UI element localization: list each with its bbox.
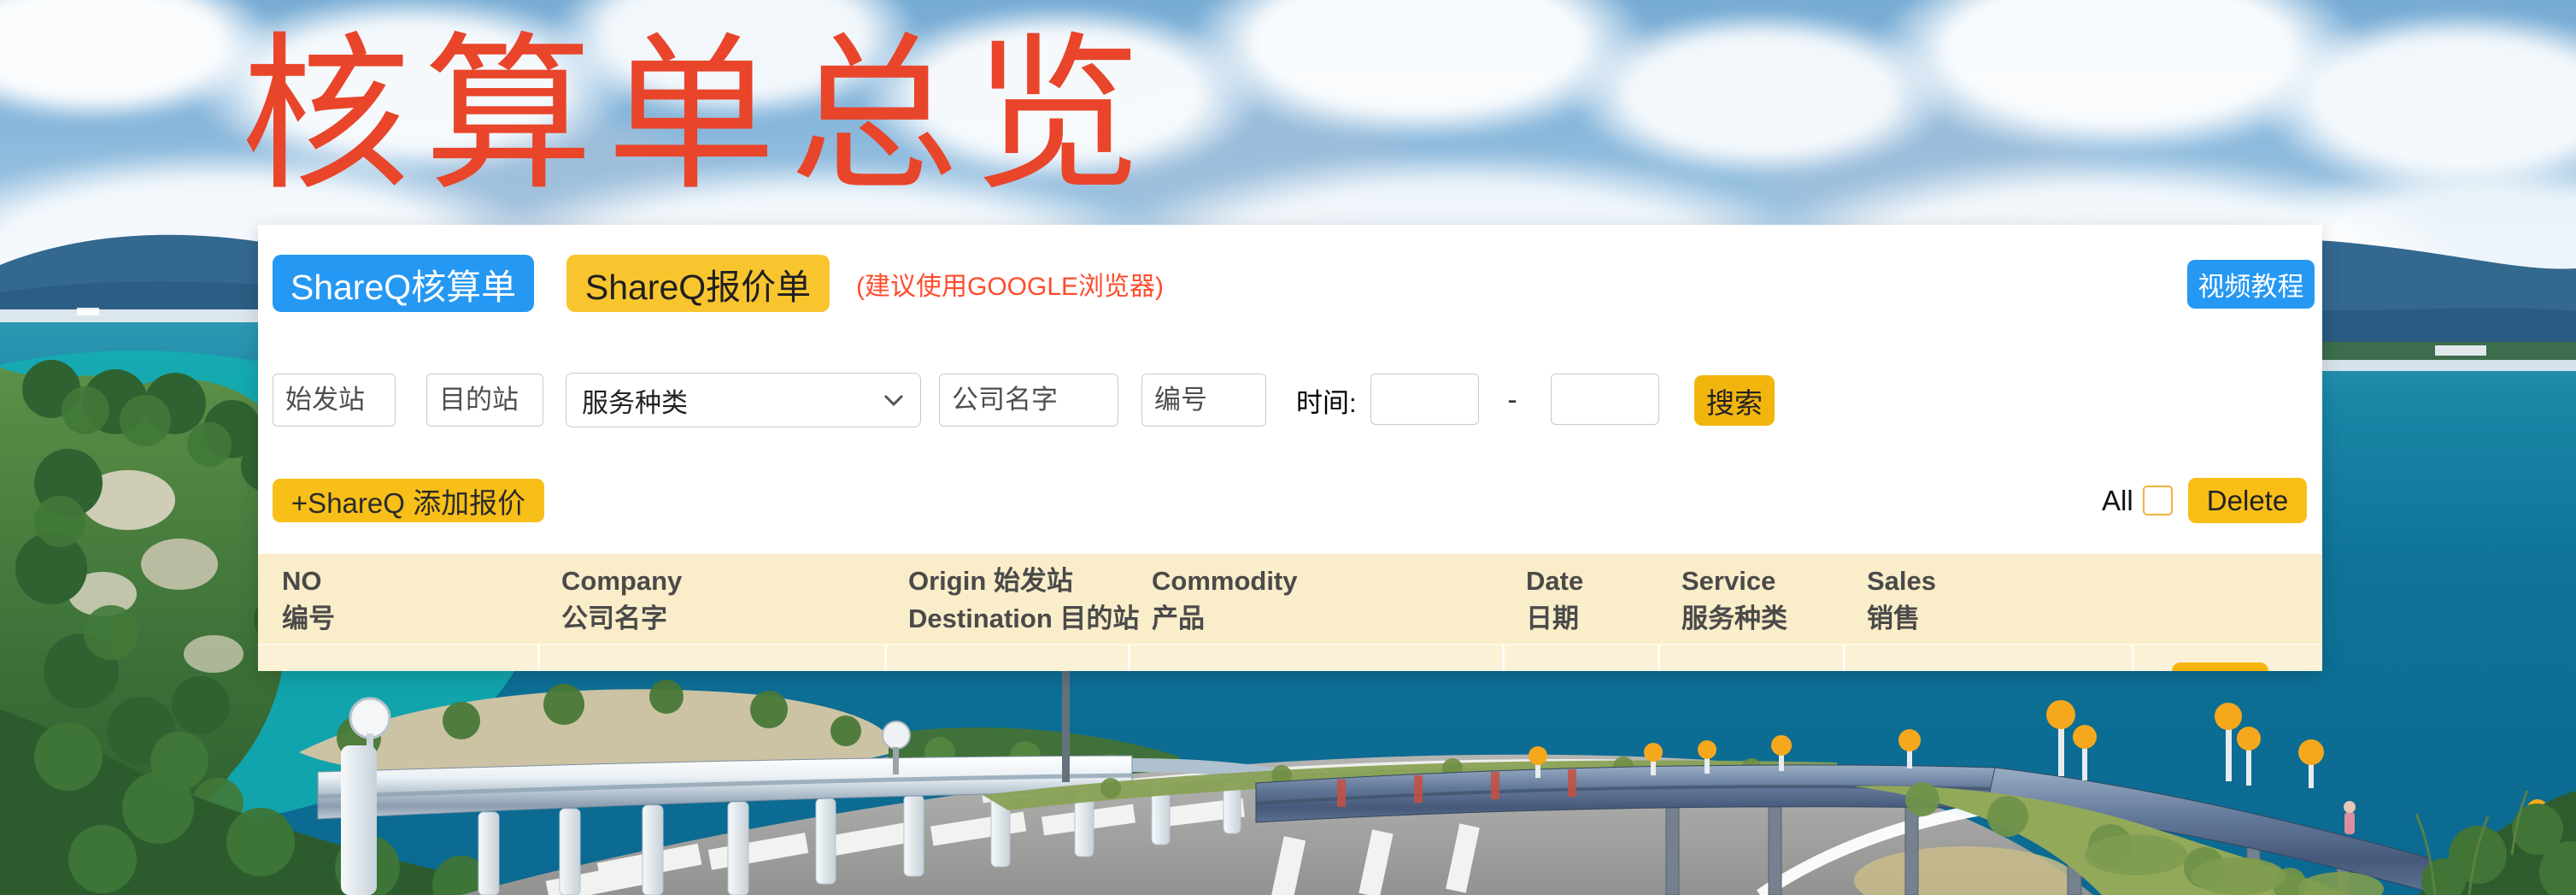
company-input[interactable] — [939, 374, 1118, 427]
browser-recommendation-note: (建议使用GOOGLE浏览器) — [856, 255, 1164, 312]
app-screen: 核算单总览 ShareQ核算单 ShareQ报价单 (建议使用GOOGLE浏览器… — [0, 0, 2576, 895]
column-header-no: NO编号 — [258, 554, 537, 644]
date-range-separator: - — [1495, 374, 1529, 427]
date-to-input[interactable] — [1551, 374, 1659, 425]
destination-input[interactable] — [426, 374, 543, 427]
video-tutorial-button[interactable]: 视频教程 — [2187, 260, 2315, 309]
add-quote-button-label: +ShareQ 添加报价 — [291, 480, 525, 521]
search-button[interactable]: 搜索 — [1694, 375, 1775, 426]
tab-quotation-sheet[interactable]: ShareQ报价单 — [566, 255, 830, 312]
add-quote-button[interactable]: +ShareQ 添加报价 — [273, 479, 544, 522]
column-header-actions — [2132, 554, 2322, 644]
video-tutorial-label: 视频教程 — [2198, 265, 2304, 303]
column-header-commodity: Commodity产品 — [1128, 554, 1502, 644]
column-header-sales: Sales销售 — [1843, 554, 2132, 644]
chevron-down-icon — [883, 393, 905, 407]
tab-accounting-sheet-label: ShareQ核算单 — [290, 258, 516, 309]
select-all-label: All — [2102, 479, 2133, 522]
tab-accounting-sheet[interactable]: ShareQ核算单 — [273, 255, 534, 312]
column-header-company: Company公司名字 — [537, 554, 884, 644]
column-header-service: Service服务种类 — [1658, 554, 1843, 644]
column-header-origin-destination: Origin 始发站Destination 目的站 — [884, 554, 1128, 644]
time-label: 时间: — [1296, 374, 1357, 427]
select-all-checkbox[interactable] — [2143, 486, 2173, 515]
service-type-select[interactable]: 服务种类 — [566, 373, 921, 427]
search-button-label: 搜索 — [1706, 380, 1763, 421]
service-type-selected-value: 服务种类 — [582, 381, 688, 420]
page-title: 核算单总览 — [241, 0, 1155, 223]
column-header-date: Date日期 — [1502, 554, 1658, 644]
date-from-input[interactable] — [1370, 374, 1479, 425]
delete-button[interactable]: Delete — [2188, 478, 2307, 523]
table-header: NO编号 Company公司名字 Origin 始发站Destination 目… — [258, 554, 2322, 644]
table-row — [258, 644, 2322, 671]
origin-input[interactable] — [273, 374, 396, 427]
tab-quotation-sheet-label: ShareQ报价单 — [585, 258, 811, 309]
number-input[interactable] — [1141, 374, 1266, 427]
row-action-button-partial[interactable] — [2172, 662, 2268, 671]
delete-button-label: Delete — [2207, 485, 2288, 517]
main-panel: ShareQ核算单 ShareQ报价单 (建议使用GOOGLE浏览器) 视频教程… — [258, 225, 2322, 671]
